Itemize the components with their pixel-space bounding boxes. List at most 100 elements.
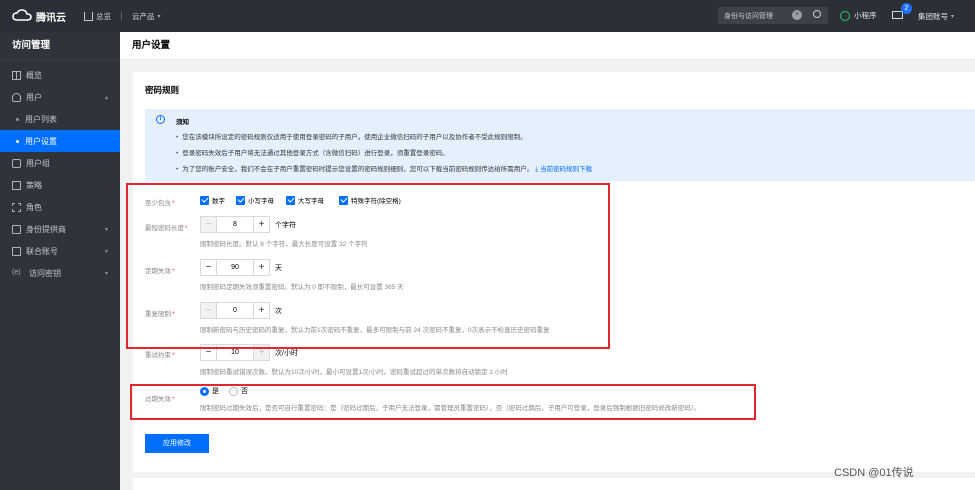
unit-label: 次/小时: [275, 349, 298, 357]
products-label: 云产品: [132, 11, 155, 21]
products-menu[interactable]: 云产品 ▾: [132, 11, 161, 22]
expire-input[interactable]: 90: [217, 259, 253, 276]
apply-button[interactable]: 应用修改: [145, 434, 209, 453]
min-length-label: 最短密码长度*: [145, 225, 188, 232]
sidebar-item-users[interactable]: 用户 ▴: [0, 86, 120, 108]
sidebar-item-access-keys[interactable]: (e) 访问密钥 ▾: [0, 262, 120, 284]
checkbox-checked-icon: [236, 195, 245, 205]
after-expire-label: 过期失效*: [145, 396, 175, 403]
chevron-down-icon: ▾: [104, 248, 108, 255]
section-title: 密码规则: [145, 85, 180, 95]
overview-icon: [12, 70, 21, 80]
decrement-button[interactable]: −: [200, 302, 217, 319]
retry-input[interactable]: 10: [217, 344, 253, 361]
sidebar-item-label: 概览: [26, 70, 42, 80]
decrement-button[interactable]: −: [200, 344, 217, 361]
mini-program-label: 小程序: [854, 11, 877, 20]
sidebar-item-label: 联合账号: [26, 246, 58, 256]
increment-button[interactable]: +: [253, 216, 270, 233]
sidebar-item-user-settings[interactable]: 用户设置: [0, 130, 120, 152]
retry-hint: 限制密码重试错误次数。默认为10次/小时，最小可设置1次/小时。密码重试超过的单…: [200, 369, 508, 376]
sidebar-item-label: 用户组: [26, 158, 50, 168]
contains-label: 至少包含*: [145, 200, 175, 207]
sidebar-title: 访问管理: [0, 32, 120, 60]
info-icon: i: [156, 115, 165, 124]
mini-program-icon: [840, 10, 850, 21]
checkbox-checked-icon: [339, 195, 348, 205]
bullet-icon: [16, 117, 19, 121]
notice-title: 须知: [176, 119, 189, 126]
unit-label: 次: [275, 307, 282, 315]
policy-icon: [12, 180, 21, 190]
radio-yes[interactable]: 是: [200, 386, 219, 396]
checkbox-checked-icon: [200, 195, 209, 205]
retry-stepper[interactable]: − 10 + 次/小时: [200, 344, 298, 361]
account-label: 集团账号: [918, 12, 948, 21]
sidebar-item-user-groups[interactable]: 用户组: [0, 152, 120, 174]
reuse-input[interactable]: 0: [217, 302, 253, 319]
increment-button[interactable]: +: [253, 344, 270, 361]
clear-icon[interactable]: ×: [792, 10, 802, 20]
role-icon: [12, 202, 21, 212]
min-length-input[interactable]: 8: [217, 216, 253, 233]
unit-label: 天: [275, 264, 282, 272]
brand-logo[interactable]: 腾讯云: [0, 9, 78, 24]
mail-icon[interactable]: [892, 11, 903, 19]
expire-label: 定期失效*: [145, 268, 175, 275]
retry-label: 重试约束*: [145, 352, 175, 359]
account-menu[interactable]: 集团账号 ▾: [918, 11, 954, 22]
sidebar-item-overview[interactable]: 概览: [0, 64, 120, 86]
sidebar-item-identity-providers[interactable]: 身份提供商 ▾: [0, 218, 120, 240]
decrement-button[interactable]: −: [200, 259, 217, 276]
increment-button[interactable]: +: [253, 302, 270, 319]
notice-box: i 须知 您在该模块所设定的密码规则仅适用于使用登录密码的子用户。使用企业微信扫…: [145, 109, 975, 181]
checkbox-uppercase[interactable]: 大写字母: [286, 195, 324, 205]
radio-selected-icon: [200, 386, 209, 396]
access-key-icon: (e): [12, 268, 21, 276]
sidebar-item-roles[interactable]: 角色: [0, 196, 120, 218]
checkbox-digits[interactable]: 数字: [200, 195, 225, 205]
sidebar-item-user-list[interactable]: 用户列表: [0, 108, 120, 130]
brand-name: 腾讯云: [36, 12, 66, 24]
checkbox-special-chars[interactable]: 特殊字符(除空格): [339, 195, 401, 205]
increment-button[interactable]: +: [253, 259, 270, 276]
page-title: 用户设置: [120, 32, 975, 60]
mini-program-link[interactable]: 小程序: [840, 10, 877, 21]
radio-unselected-icon: [229, 386, 238, 396]
chevron-down-icon: ▾: [951, 14, 955, 20]
chevron-down-icon: ▾: [104, 226, 108, 233]
download-icon[interactable]: ⤓: [535, 166, 538, 173]
checkbox-lowercase[interactable]: 小写字母: [236, 195, 274, 205]
decrement-button[interactable]: −: [200, 216, 217, 233]
chevron-down-icon: ▾: [104, 270, 108, 277]
expire-stepper[interactable]: − 90 + 天: [200, 259, 282, 276]
radio-no[interactable]: 否: [229, 386, 248, 396]
notice-line: 为了您的账户安全，我们不会在子用户重置密码时提示您设置的密码规则细则，您可以下载…: [176, 163, 592, 174]
watermark: CSDN @01传说: [834, 467, 914, 479]
search-icon[interactable]: [813, 10, 821, 18]
unit-label: 个字符: [275, 221, 296, 229]
notice-line: 您在该模块所设定的密码规则仅适用于使用登录密码的子用户。使用企业微信扫码的子用户…: [176, 131, 527, 141]
checkbox-checked-icon: [286, 195, 295, 205]
sidebar-item-label: 访问密钥: [29, 268, 61, 278]
search-box[interactable]: 身份与访问管理 ×: [718, 7, 828, 24]
bullet-icon: [16, 139, 19, 143]
download-rules-link[interactable]: 当前密码规则下载: [540, 166, 592, 173]
min-length-hint: 限制密码长度。默认 8 个字符，最大长度可设置 32 个字符: [200, 241, 368, 248]
sidebar-item-label: 用户: [26, 92, 42, 102]
after-expire-hint: 限制密码过期失效后，是否可自行重置密码：是（密码过期后，子用户无法登录，需管理员…: [200, 405, 701, 412]
home-link[interactable]: 总览: [84, 11, 111, 22]
search-input[interactable]: 身份与访问管理: [724, 11, 773, 21]
sidebar-item-label: 用户设置: [25, 136, 57, 146]
sidebar-item-label: 用户列表: [25, 114, 57, 124]
sidebar: 访问管理 概览 用户 ▴ 用户列表 用户设置 用户组 策略 角色 身份提供商 ▾…: [0, 32, 120, 490]
reuse-stepper[interactable]: − 0 + 次: [200, 302, 282, 319]
user-group-icon: [12, 158, 21, 168]
notice-line: 登录密码失效后子用户将无法通过其他登录方式（含微信扫码）进行登录，须重置登录密码…: [176, 147, 449, 157]
sidebar-item-policies[interactable]: 策略: [0, 174, 120, 196]
identity-provider-icon: [12, 224, 21, 234]
min-length-stepper[interactable]: − 8 + 个字符: [200, 216, 296, 233]
sidebar-item-federated-accounts[interactable]: 联合账号 ▾: [0, 240, 120, 262]
home-icon: [84, 11, 93, 21]
user-icon: [12, 92, 21, 102]
